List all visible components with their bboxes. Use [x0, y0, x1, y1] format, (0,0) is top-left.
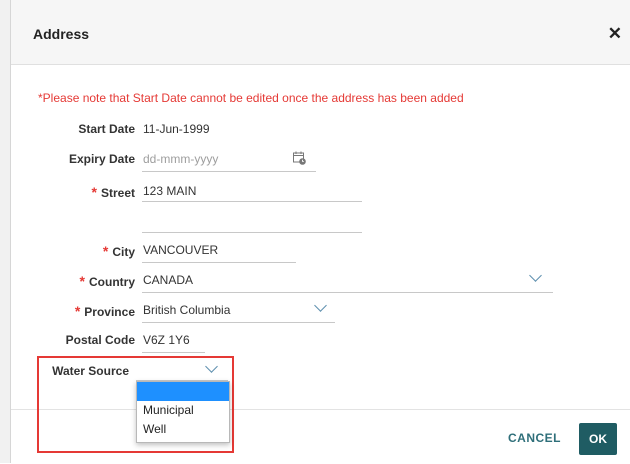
country-label-text: Country — [89, 275, 135, 289]
city-label: * City — [25, 243, 135, 259]
province-label-text: Province — [84, 305, 135, 319]
expiry-date-label: Expiry Date — [68, 152, 135, 166]
province-label: * Province — [25, 303, 135, 319]
postal-code-input[interactable]: V6Z 1Y6 — [143, 333, 190, 347]
street-label-text: Street — [100, 186, 135, 200]
dropdown-option-municipal[interactable]: Municipal — [137, 401, 229, 420]
required-marker: * — [102, 243, 109, 259]
address-dialog: Address ✕ *Please note that Start Date c… — [11, 0, 630, 464]
street-underline — [142, 201, 362, 202]
city-label-text: City — [112, 245, 135, 259]
required-marker: * — [74, 303, 81, 319]
dialog-header: Address ✕ — [11, 0, 630, 65]
postal-code-label: Postal Code — [65, 333, 135, 347]
street-line2-input[interactable] — [143, 214, 361, 228]
expiry-date-underline — [142, 171, 316, 172]
postal-code-underline — [142, 352, 205, 353]
start-date-value: 11-Jun-1999 — [143, 122, 210, 136]
country-label: * Country — [25, 273, 135, 289]
dropdown-option-well[interactable]: Well — [137, 420, 229, 439]
city-input[interactable]: VANCOUVER — [143, 243, 218, 257]
province-underline — [142, 322, 335, 323]
street-label: * Street — [25, 184, 135, 200]
close-icon[interactable]: ✕ — [608, 24, 622, 44]
water-source-dropdown: Municipal Well — [136, 381, 230, 443]
country-underline — [142, 292, 553, 293]
province-select[interactable]: British Columbia — [143, 303, 230, 317]
chevron-down-icon[interactable] — [314, 299, 327, 312]
required-marker: * — [91, 184, 97, 200]
dialog-title: Address — [33, 26, 90, 42]
ok-button[interactable]: OK — [579, 423, 617, 455]
country-select[interactable]: CANADA — [143, 273, 193, 287]
chevron-down-icon[interactable] — [529, 269, 542, 282]
expiry-date-input[interactable]: dd-mmm-yyyy — [143, 152, 218, 166]
city-underline — [142, 262, 296, 263]
cancel-button[interactable]: CANCEL — [508, 431, 561, 445]
start-date-label: Start Date — [78, 122, 135, 136]
water-source-label: Water Source — [52, 364, 129, 378]
start-date-notice: *Please note that Start Date cannot be e… — [38, 91, 464, 105]
background-window-edge — [0, 0, 11, 463]
dropdown-option-empty[interactable] — [137, 382, 229, 401]
calendar-icon[interactable] — [293, 151, 306, 165]
required-marker: * — [79, 273, 85, 289]
street-input[interactable]: 123 MAIN — [143, 184, 196, 198]
street-line2-underline — [142, 232, 362, 233]
